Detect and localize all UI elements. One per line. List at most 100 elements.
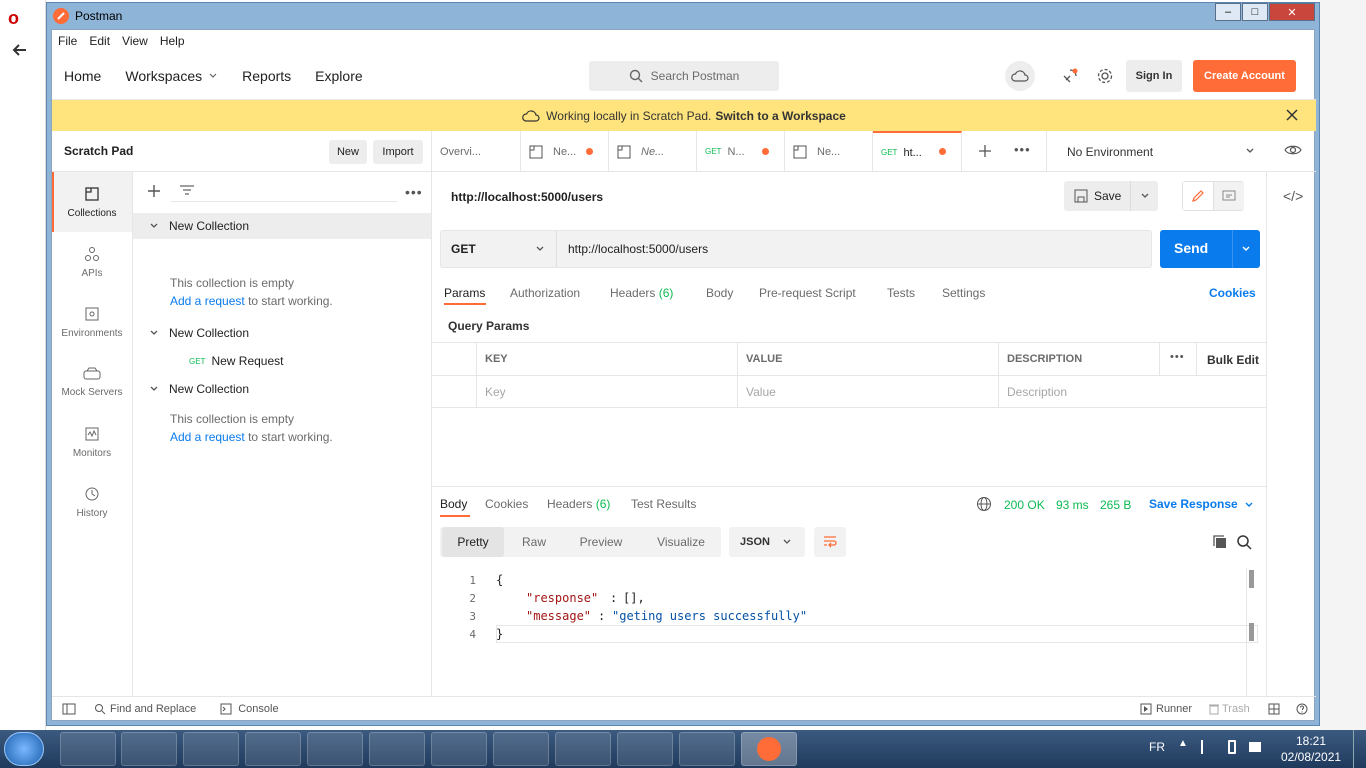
banner-link[interactable]: Switch to a Workspace	[715, 109, 845, 123]
new-tab-icon[interactable]	[978, 144, 992, 158]
view-preview[interactable]: Preview	[566, 527, 636, 557]
tray-up-arrow-icon[interactable]: ▲	[1178, 738, 1188, 749]
more-options-icon[interactable]: •••	[1170, 351, 1185, 363]
cloud-icon[interactable]	[1005, 61, 1035, 91]
tab-params[interactable]: Params	[444, 286, 485, 300]
taskbar-ie[interactable]	[245, 732, 301, 766]
rail-environments[interactable]: Environments	[52, 292, 132, 352]
view-pretty[interactable]: Pretty	[442, 527, 504, 557]
create-account-button[interactable]: Create Account	[1193, 60, 1296, 92]
add-icon[interactable]	[147, 184, 161, 198]
response-tab-cookies[interactable]: Cookies	[485, 497, 528, 511]
nav-home[interactable]: Home	[64, 68, 101, 84]
layout-icon[interactable]	[1268, 703, 1280, 715]
trash-button[interactable]: Trash	[1209, 703, 1250, 715]
taskbar-app-m[interactable]	[307, 732, 363, 766]
import-button[interactable]: Import	[373, 140, 423, 164]
code-snippet-icon[interactable]: </>	[1283, 188, 1303, 204]
chevron-down-icon[interactable]	[1244, 500, 1254, 510]
flag-icon[interactable]	[1201, 740, 1215, 754]
nav-reports[interactable]: Reports	[242, 68, 291, 84]
taskbar-xampp[interactable]	[183, 732, 239, 766]
new-button[interactable]: New	[329, 140, 367, 164]
tab-body[interactable]: Body	[706, 286, 733, 300]
filter-input[interactable]	[171, 180, 397, 202]
show-desktop-button[interactable]	[1353, 730, 1366, 768]
search-input[interactable]: Search Postman	[589, 61, 779, 91]
chevron-down-icon[interactable]	[1241, 244, 1251, 254]
add-request-link[interactable]: Add a request	[170, 294, 245, 308]
satellite-icon[interactable]	[1055, 61, 1085, 91]
back-arrow-icon[interactable]	[10, 40, 30, 60]
tab-tests[interactable]: Tests	[887, 286, 915, 300]
format-select[interactable]: JSON	[729, 527, 805, 557]
request-row[interactable]: GET New Request	[133, 348, 431, 374]
wrap-lines-icon[interactable]	[814, 527, 846, 557]
nav-workspaces[interactable]: Workspaces	[125, 68, 218, 84]
menu-file[interactable]: File	[58, 34, 77, 48]
speaker-muted-icon[interactable]	[1249, 742, 1261, 752]
taskbar-postman[interactable]	[741, 732, 797, 766]
tab-authorization[interactable]: Authorization	[510, 286, 580, 300]
close-window-button[interactable]: ✕	[1269, 3, 1315, 21]
globe-icon[interactable]	[976, 496, 992, 512]
edit-pencil-icon[interactable]	[1183, 182, 1214, 210]
save-response-button[interactable]: Save Response	[1149, 497, 1238, 511]
rail-mock-servers[interactable]: Mock Servers	[52, 352, 132, 412]
sidebar-toggle-icon[interactable]	[62, 703, 76, 715]
battery-icon[interactable]	[1228, 740, 1236, 754]
response-tab-body[interactable]: Body	[440, 497, 467, 511]
more-options-icon[interactable]: •••	[405, 184, 423, 200]
tab-active-request[interactable]: GET ht...	[873, 131, 962, 172]
taskbar-chrome[interactable]	[431, 732, 487, 766]
tab-headers[interactable]: Headers (6)	[610, 286, 673, 300]
minimize-button[interactable]: –	[1215, 3, 1241, 21]
taskbar-media-player[interactable]	[121, 732, 177, 766]
search-icon[interactable]	[1236, 534, 1252, 550]
description-input[interactable]: Description	[1007, 385, 1067, 399]
collection-row[interactable]: New Collection	[133, 320, 431, 346]
response-time[interactable]: 93 ms	[1056, 498, 1089, 512]
taskbar-app-picture[interactable]	[617, 732, 673, 766]
rail-collections[interactable]: Collections	[52, 172, 132, 232]
taskbar-explorer[interactable]	[60, 732, 116, 766]
clock-time[interactable]: 18:21	[1296, 734, 1326, 748]
language-indicator[interactable]: FR	[1149, 740, 1165, 754]
eye-icon[interactable]	[1284, 143, 1302, 157]
help-icon[interactable]	[1296, 703, 1308, 715]
nav-explore[interactable]: Explore	[315, 68, 362, 84]
collection-row[interactable]: New Collection	[133, 376, 431, 402]
add-request-link[interactable]: Add a request	[170, 430, 245, 444]
collection-row[interactable]: New Collection	[133, 213, 431, 239]
comment-icon[interactable]	[1214, 182, 1244, 210]
save-button[interactable]: Save	[1064, 181, 1158, 211]
environment-select[interactable]: No Environment	[1046, 131, 1266, 172]
taskbar-app-book[interactable]	[493, 732, 549, 766]
value-input[interactable]: Value	[746, 385, 776, 399]
tab-request[interactable]: GET N...	[697, 131, 785, 172]
scrollbar-thumb[interactable]	[1249, 570, 1254, 588]
tab-settings[interactable]: Settings	[942, 286, 985, 300]
method-select[interactable]: GET	[441, 231, 557, 267]
url-input[interactable]: http://localhost:5000/users	[568, 242, 708, 256]
bulk-edit-button[interactable]: Bulk Edit	[1207, 353, 1259, 367]
menu-help[interactable]: Help	[160, 34, 185, 48]
close-icon[interactable]	[1286, 109, 1298, 121]
tab-prerequest[interactable]: Pre-request Script	[759, 286, 856, 300]
send-button[interactable]: Send	[1160, 230, 1260, 268]
rail-history[interactable]: History	[52, 472, 132, 532]
menu-edit[interactable]: Edit	[89, 34, 110, 48]
taskbar-app-window[interactable]	[555, 732, 611, 766]
maximize-button[interactable]: □	[1242, 3, 1268, 21]
tab-request[interactable]: Ne...	[609, 131, 697, 172]
menu-view[interactable]: View	[122, 34, 148, 48]
start-button[interactable]	[4, 732, 44, 766]
more-tabs-icon[interactable]: •••	[1014, 142, 1031, 157]
response-size[interactable]: 265 B	[1100, 498, 1131, 512]
tab-request[interactable]: Ne...	[521, 131, 609, 172]
chevron-down-icon[interactable]	[1140, 191, 1150, 201]
cookies-link[interactable]: Cookies	[1209, 286, 1256, 300]
console-button[interactable]: Console	[238, 703, 278, 715]
taskbar-app-fx[interactable]	[369, 732, 425, 766]
status-code[interactable]: 200 OK	[1004, 498, 1045, 512]
